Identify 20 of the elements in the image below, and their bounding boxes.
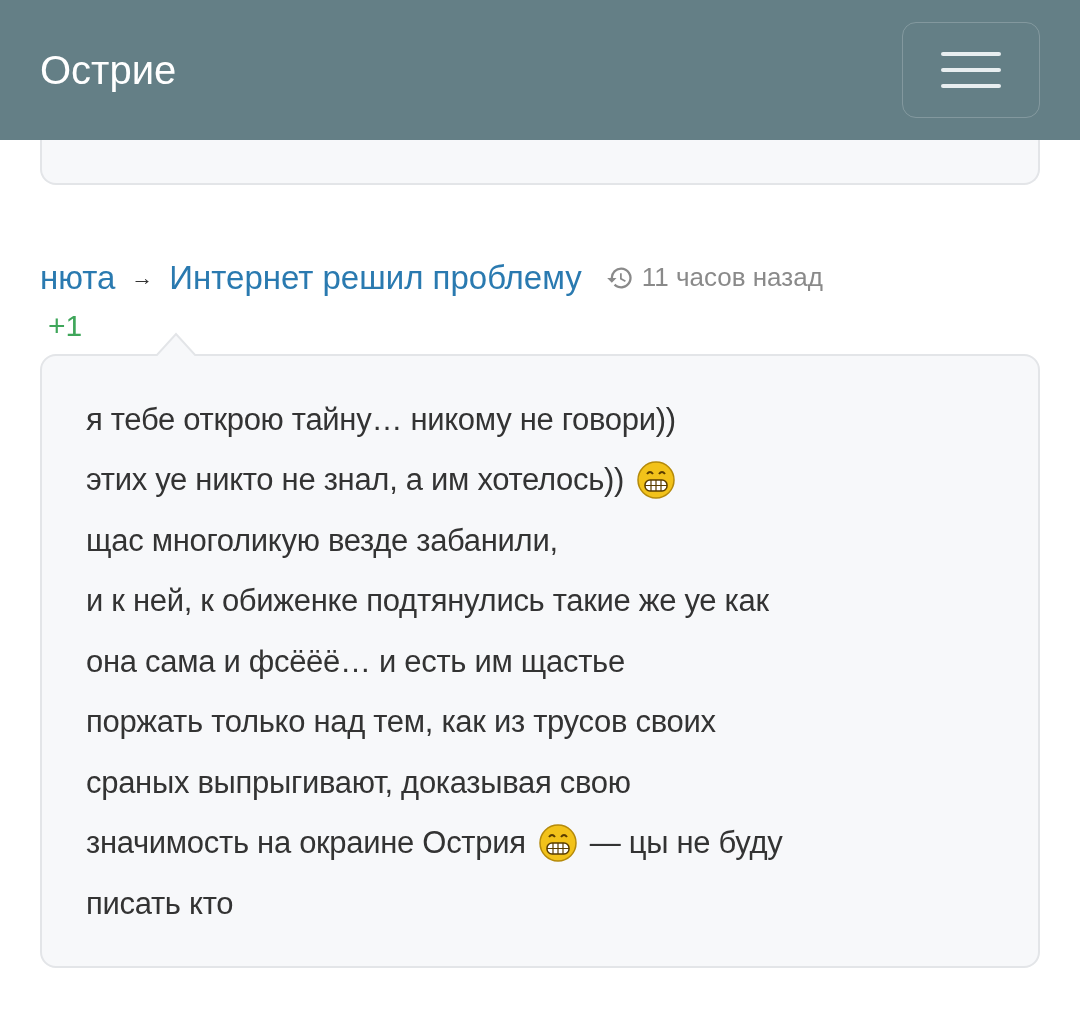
comment-text: этих уе никто не знал, а им хотелось)): [86, 461, 625, 499]
comment-text: и к ней, к обиженке подтянулись такие же уе как: [86, 582, 769, 620]
author-link[interactable]: нюта: [40, 253, 116, 303]
comment-text: значимость на окраине Острия: [86, 824, 526, 862]
time-text: 11 часов назад: [641, 261, 823, 295]
comment-text: она сама и фсёёё… и есть им щастье: [86, 642, 625, 681]
grin-emoji-icon: [636, 460, 677, 501]
site-title[interactable]: Острие: [40, 40, 177, 100]
comment-text: писать кто: [86, 884, 234, 923]
arrow-text: →: [131, 264, 154, 293]
comment-text: сраных выпрыгивают, доказывая свою: [86, 763, 631, 802]
post-link[interactable]: Интернет решил проблему: [169, 253, 582, 303]
rating-text: +1: [48, 308, 83, 342]
comment-text: я тебе открою тайну… никому не говори)): [86, 400, 676, 439]
menu-button[interactable]: [902, 22, 1040, 118]
comment-text: — цы не буду: [589, 824, 783, 862]
menu-icon: [940, 50, 1002, 90]
comment-text: щас многоликую везде забанили,: [86, 521, 558, 560]
comment-text: поржать только над тем, как из трусов своих: [86, 703, 716, 741]
grin-emoji-icon: [537, 823, 578, 864]
